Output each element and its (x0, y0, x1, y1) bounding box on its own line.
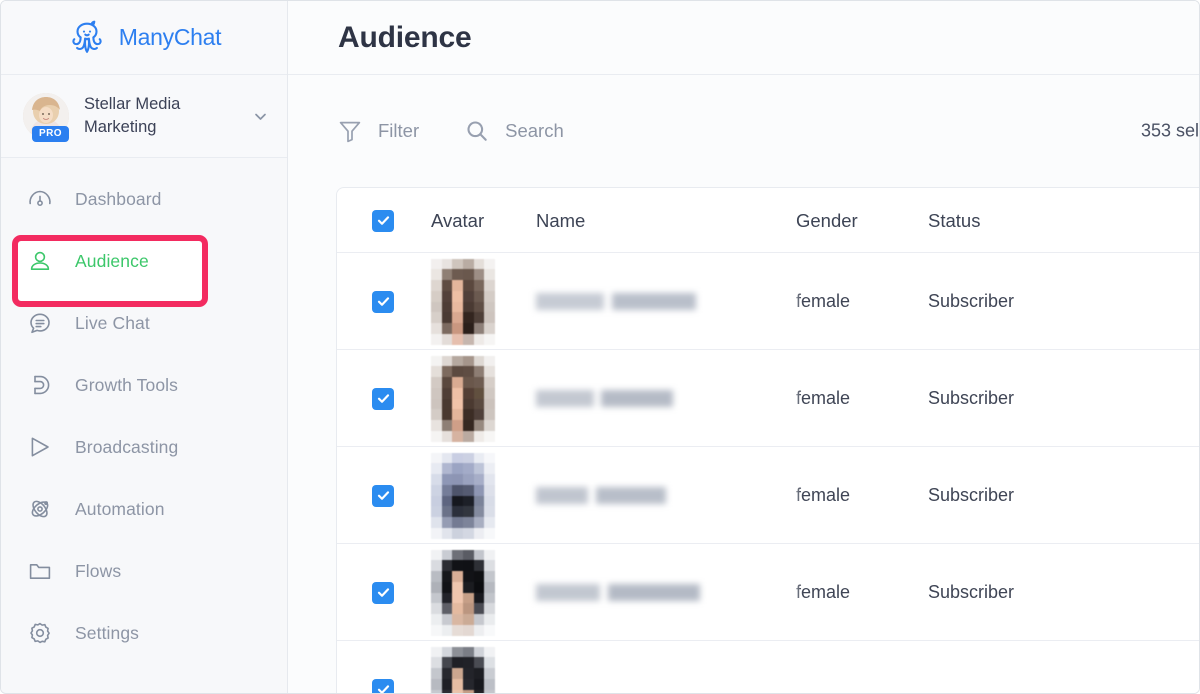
row-status: Subscriber (928, 388, 1015, 408)
sidebar-item-automation[interactable]: Automation (1, 478, 287, 540)
row-status: Subscriber (928, 485, 1015, 505)
column-header-status[interactable]: Status (928, 210, 1128, 232)
table-row[interactable]: female Subscriber (337, 447, 1199, 544)
gauge-icon (27, 186, 53, 212)
column-header-gender[interactable]: Gender (796, 210, 928, 232)
blurred-name-text (536, 577, 796, 608)
row-name-cell (536, 286, 796, 317)
sidebar: ManyChat PRO Stellar Media Marketing Das… (1, 1, 288, 693)
column-header-name[interactable]: Name (536, 210, 796, 232)
sidebar-item-label: Automation (75, 498, 165, 519)
atom-icon (27, 496, 53, 522)
row-checkbox[interactable] (372, 484, 394, 507)
row-checkbox[interactable] (372, 678, 394, 693)
row-name-cell (536, 383, 796, 414)
sidebar-item-growth-tools[interactable]: Growth Tools (1, 354, 287, 416)
chat-bubble-icon (27, 310, 53, 336)
chevron-down-icon[interactable] (252, 108, 269, 125)
audience-table-container: Avatar Name Gender Status female Subscri… (288, 187, 1199, 693)
blurred-avatar-image (431, 646, 495, 693)
table-row[interactable] (337, 641, 1199, 693)
row-select-cell (337, 581, 429, 604)
account-name: Stellar Media Marketing (84, 95, 181, 136)
sidebar-item-audience[interactable]: Audience (1, 230, 287, 292)
pro-badge: PRO (32, 126, 69, 142)
row-select-cell (337, 678, 429, 693)
search-icon (463, 117, 491, 145)
manychat-audience-app: ManyChat PRO Stellar Media Marketing Das… (0, 0, 1200, 694)
row-name-cell (536, 480, 796, 511)
blurred-name-text (536, 480, 796, 511)
select-all-checkbox[interactable] (372, 209, 394, 232)
account-switcher[interactable]: PRO Stellar Media Marketing (1, 75, 287, 158)
sidebar-item-label: Flows (75, 560, 122, 581)
blurred-name-text (536, 286, 796, 317)
blurred-name-text (536, 383, 796, 414)
row-select-cell (337, 290, 429, 313)
selected-count-label: 353 sel (1140, 120, 1199, 141)
brand-name: ManyChat (118, 24, 222, 50)
filter-button[interactable]: Filter (336, 117, 419, 145)
table-row[interactable]: female Subscriber (337, 350, 1199, 447)
search-label: Search (505, 120, 564, 141)
sidebar-item-live-chat[interactable]: Live Chat (1, 292, 287, 354)
filter-label: Filter (378, 120, 420, 141)
user-icon (27, 248, 53, 274)
toolbar: Filter Search 353 sel (288, 75, 1199, 187)
blurred-avatar-image (431, 452, 495, 539)
sidebar-nav: Dashboard Audience Live Chat Growth Tool… (1, 158, 287, 664)
sidebar-item-dashboard[interactable]: Dashboard (1, 168, 287, 230)
search-button[interactable]: Search (463, 117, 564, 145)
row-gender: female (796, 485, 851, 505)
funnel-icon (336, 117, 364, 145)
sidebar-item-flows[interactable]: Flows (1, 540, 287, 602)
page-title: Audience (338, 20, 472, 54)
row-name-cell (536, 577, 796, 608)
magnet-icon (27, 372, 53, 398)
blurred-avatar-image (431, 355, 495, 442)
row-checkbox[interactable] (372, 581, 394, 604)
row-avatar-cell (429, 549, 536, 636)
row-avatar-cell (429, 258, 536, 345)
sidebar-item-label: Broadcasting (75, 436, 179, 457)
row-checkbox[interactable] (372, 290, 394, 313)
row-select-cell (337, 387, 429, 410)
blurred-avatar-image (431, 549, 495, 636)
row-gender: female (796, 291, 851, 311)
sidebar-item-label: Audience (75, 250, 149, 271)
sidebar-item-label: Live Chat (75, 312, 150, 333)
sidebar-item-broadcasting[interactable]: Broadcasting (1, 416, 287, 478)
blurred-avatar-image (431, 258, 495, 345)
row-avatar-cell (429, 646, 536, 693)
sidebar-item-label: Settings (75, 622, 140, 643)
brand-header[interactable]: ManyChat (1, 1, 287, 75)
table-row[interactable]: female Subscriber (337, 253, 1199, 350)
page-header: Audience (288, 1, 1199, 75)
main-content: Audience Filter Search 353 sel Avatar Na… (288, 1, 1199, 693)
row-gender: female (796, 388, 851, 408)
sidebar-item-settings[interactable]: Settings (1, 602, 287, 664)
sidebar-item-label: Growth Tools (75, 374, 179, 395)
row-gender: female (796, 582, 851, 602)
octopus-logo-icon (67, 18, 107, 58)
audience-table: Avatar Name Gender Status female Subscri… (336, 187, 1199, 693)
table-header-row: Avatar Name Gender Status (337, 188, 1199, 253)
row-select-cell (337, 484, 429, 507)
row-status: Subscriber (928, 291, 1015, 311)
row-avatar-cell (429, 452, 536, 539)
avatar: PRO (23, 93, 69, 142)
row-avatar-cell (429, 355, 536, 442)
table-row[interactable]: female Subscriber (337, 544, 1199, 641)
row-checkbox[interactable] (372, 387, 394, 410)
sidebar-item-label: Dashboard (75, 188, 162, 209)
select-all-cell (337, 209, 429, 232)
gear-icon (27, 620, 53, 646)
row-status: Subscriber (928, 582, 1015, 602)
send-icon (27, 434, 53, 460)
column-header-avatar[interactable]: Avatar (429, 210, 536, 232)
folder-icon (27, 558, 53, 584)
